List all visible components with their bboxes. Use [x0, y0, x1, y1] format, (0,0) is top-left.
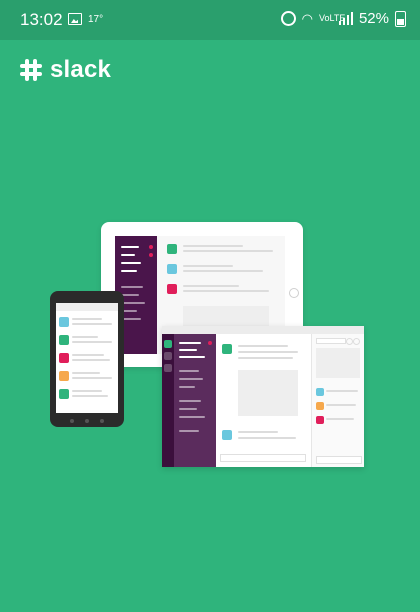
desktop-details-pane: [311, 334, 364, 467]
status-temperature: 17°: [88, 14, 104, 25]
slack-logo-icon: [20, 59, 42, 81]
slack-brand: slack: [20, 56, 111, 84]
desktop-titlebar: [162, 326, 364, 334]
devices-illustration: [50, 222, 364, 467]
phone-app-bar: [56, 303, 118, 311]
phone-screen: [56, 303, 118, 413]
status-bar: 13:02 17° ◠ VoLTE 52%: [0, 0, 420, 40]
status-time: 13:02: [20, 10, 63, 29]
battery-percent: 52%: [358, 10, 389, 27]
desktop-sidebar: [174, 334, 216, 467]
gallery-icon: [68, 13, 82, 25]
desktop-window: [162, 326, 364, 467]
wifi-icon: ◠: [301, 10, 313, 26]
desktop-team-switcher: [162, 334, 174, 467]
brand-name: slack: [50, 56, 112, 83]
volte-icon: VoLTE: [318, 13, 346, 23]
splash-screen: 13:02 17° ◠ VoLTE 52% slack: [0, 0, 420, 612]
phone-device: [50, 291, 124, 427]
battery-icon: [395, 10, 406, 27]
alarm-icon: [280, 11, 296, 26]
tablet-home-button: [289, 288, 299, 298]
signal-icon: [338, 12, 353, 25]
status-icons: ◠ VoLTE 52%: [280, 10, 406, 27]
